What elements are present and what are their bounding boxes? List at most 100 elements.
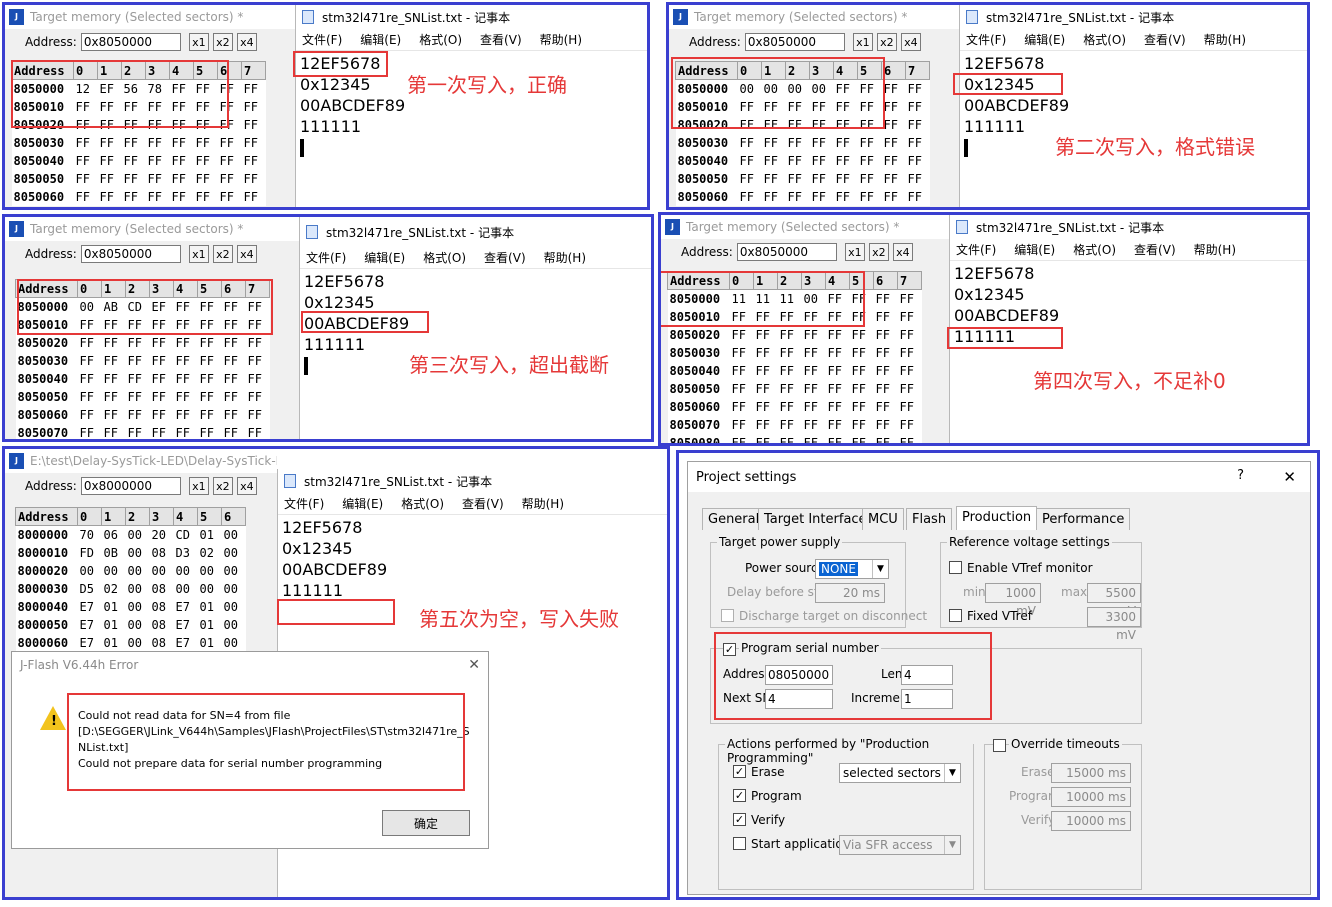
menu-file[interactable]: 文件(F) [956, 241, 996, 258]
menu-view[interactable]: 查看(V) [1134, 241, 1176, 258]
panel-first-write: J Target memory (Selected sectors) * Add… [2, 2, 650, 210]
address-input[interactable]: 0x8050000 [736, 243, 837, 261]
menu-help[interactable]: 帮助(H) [522, 495, 564, 512]
menu-format[interactable]: 格式(O) [423, 249, 466, 266]
zoom-x4-button[interactable]: x4 [892, 243, 913, 261]
start-mode-value: Via SFR access [843, 838, 933, 852]
help-icon[interactable]: ? [1237, 468, 1244, 483]
zoom-x1-button[interactable]: x1 [188, 33, 209, 51]
menu-format[interactable]: 格式(O) [1073, 241, 1116, 258]
menu-help[interactable]: 帮助(H) [544, 249, 586, 266]
memory-byte-cell: FF [761, 169, 786, 188]
memory-row: 8000020 00 00 00 00 00 00 00 [15, 561, 246, 580]
memory-row: 8050030 FF FF FF FF FF FF FF FF [11, 133, 266, 152]
zoom-x1-button[interactable]: x1 [852, 33, 873, 51]
override-timeouts-group: Override timeouts Erase 15000 ms Program… [984, 737, 1142, 890]
menu-edit[interactable]: 编辑(E) [1014, 241, 1055, 258]
menu-edit[interactable]: 编辑(E) [360, 31, 401, 48]
menu-file[interactable]: 文件(F) [306, 249, 346, 266]
enable-vtref-checkbox[interactable] [949, 561, 962, 574]
menu-view[interactable]: 查看(V) [484, 249, 526, 266]
min-input[interactable]: 1000 mV [985, 583, 1041, 618]
address-input[interactable]: 0x8050000 [744, 33, 845, 51]
memory-byte-cell: FF [905, 97, 930, 116]
notepad-text[interactable]: 12EF5678 0x12345 00ABCDEF89 111111 [278, 515, 667, 603]
timeout-erase-input[interactable]: 15000 ms [1051, 763, 1131, 783]
panel-project-settings: Project settings ? ✕ General Target Inte… [676, 450, 1320, 900]
notepad-icon [956, 220, 968, 234]
address-input[interactable]: 0x8050000 [80, 245, 181, 263]
tab-flash[interactable]: Flash [906, 508, 953, 530]
menu-file[interactable]: 文件(F) [302, 31, 342, 48]
address-input[interactable]: 0x8050000 [80, 33, 181, 51]
chevron-down-icon: ▼ [944, 764, 960, 782]
notepad-window: stm32l471re_SNList.txt - 记事本 文件(F) 编辑(E)… [295, 5, 647, 207]
program-checkbox[interactable]: ✓ [733, 789, 746, 802]
menu-view[interactable]: 查看(V) [1144, 31, 1186, 48]
zoom-x1-button[interactable]: x1 [188, 245, 209, 263]
zoom-x1-button[interactable]: x1 [188, 477, 209, 495]
memory-byte-cell: FF [173, 423, 198, 439]
discharge-checkbox[interactable] [721, 609, 734, 622]
power-source-select[interactable]: NONE ▼ [815, 559, 889, 579]
start-app-checkbox[interactable] [733, 837, 746, 850]
zoom-x2-button[interactable]: x2 [868, 243, 889, 261]
address-bar: Address: 0x8050000 x1 x2 x4 [669, 29, 959, 55]
zoom-x4-button[interactable]: x4 [900, 33, 921, 51]
menu-view[interactable]: 查看(V) [462, 495, 504, 512]
memory-byte-cell: FF [241, 133, 266, 152]
fixed-vtref-input[interactable]: 3300 mV [1087, 607, 1141, 642]
menu-file[interactable]: 文件(F) [284, 495, 324, 512]
menu-edit[interactable]: 编辑(E) [342, 495, 383, 512]
start-mode-select[interactable]: Via SFR access ▼ [839, 835, 961, 855]
memory-address-cell: 8000040 [15, 597, 78, 616]
menu-format[interactable]: 格式(O) [419, 31, 462, 48]
delay-input[interactable]: 20 ms [815, 583, 885, 603]
override-timeouts-checkbox[interactable] [993, 739, 1006, 752]
zoom-x2-button[interactable]: x2 [876, 33, 897, 51]
zoom-x2-button[interactable]: x2 [212, 477, 233, 495]
zoom-x1-button[interactable]: x1 [844, 243, 865, 261]
memory-byte-cell: FF [785, 133, 810, 152]
menu-edit[interactable]: 编辑(E) [1024, 31, 1065, 48]
zoom-x4-button[interactable]: x4 [236, 477, 257, 495]
fixed-vtref-checkbox[interactable] [949, 609, 962, 622]
tab-production[interactable]: Production [956, 506, 1038, 530]
notepad-title: stm32l471re_SNList.txt - 记事本 [304, 474, 493, 489]
verify-checkbox[interactable]: ✓ [733, 813, 746, 826]
memory-byte-cell: FF [905, 133, 930, 152]
memory-address-cell: 8050070 [667, 415, 730, 434]
memory-byte-cell: FF [217, 133, 242, 152]
memory-byte-cell: 00 [221, 561, 246, 580]
zoom-x4-button[interactable]: x4 [236, 245, 257, 263]
memory-byte-cell: FF [785, 169, 810, 188]
tab-mcu[interactable]: MCU [862, 508, 904, 530]
zoom-x2-button[interactable]: x2 [212, 33, 233, 51]
address-input[interactable]: 0x8000000 [80, 477, 181, 495]
menu-format[interactable]: 格式(O) [401, 495, 444, 512]
memory-byte-cell: E7 [77, 615, 102, 634]
tab-target-interface[interactable]: Target Interface [758, 508, 873, 530]
close-icon[interactable]: ✕ [1283, 468, 1296, 486]
timeout-program-input[interactable]: 10000 ms [1051, 787, 1131, 807]
menu-edit[interactable]: 编辑(E) [364, 249, 405, 266]
memory-byte-cell: FF [173, 387, 198, 406]
zoom-x4-button[interactable]: x4 [236, 33, 257, 51]
menu-file[interactable]: 文件(F) [966, 31, 1006, 48]
max-input[interactable]: 5500 mV [1087, 583, 1141, 618]
zoom-x2-button[interactable]: x2 [212, 245, 233, 263]
erase-checkbox[interactable]: ✓ [733, 765, 746, 778]
memory-row: 8050040 FF FF FF FF FF FF FF FF [15, 369, 270, 388]
menu-help[interactable]: 帮助(H) [540, 31, 582, 48]
erase-mode-select[interactable]: selected sectors ▼ [839, 763, 961, 783]
tab-general[interactable]: General [702, 508, 766, 530]
menu-help[interactable]: 帮助(H) [1204, 31, 1246, 48]
menu-help[interactable]: 帮助(H) [1194, 241, 1236, 258]
tab-performance[interactable]: Performance [1036, 508, 1131, 530]
menu-view[interactable]: 查看(V) [480, 31, 522, 48]
timeout-verify-input[interactable]: 10000 ms [1051, 811, 1131, 831]
close-icon[interactable]: ✕ [468, 657, 480, 673]
menu-format[interactable]: 格式(O) [1083, 31, 1126, 48]
ok-button[interactable]: 确定 [382, 810, 470, 836]
memory-byte-cell: 08 [149, 579, 174, 598]
